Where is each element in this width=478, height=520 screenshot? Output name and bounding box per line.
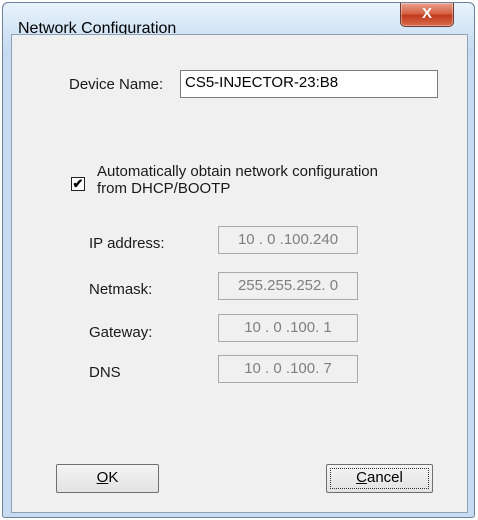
dhcp-label-line2: from DHCP/BOOTP (97, 180, 231, 197)
check-icon: ✔ (72, 176, 84, 191)
gateway-field[interactable]: 10 . 0 .100. 1 (218, 314, 358, 342)
device-name-label: Device Name: (69, 76, 164, 93)
network-configuration-dialog: Network Configuration X Device Name: CS5… (2, 2, 475, 518)
dhcp-label-line1: Automatically obtain network configurati… (97, 163, 378, 180)
dns-field[interactable]: 10 . 0 .100. 7 (218, 355, 358, 383)
gateway-label: Gateway: (89, 324, 153, 341)
cancel-button[interactable]: Cancel (326, 464, 433, 493)
ok-mnemonic: O (96, 469, 109, 486)
netmask-label: Netmask: (89, 281, 153, 298)
cancel-mnemonic: C (356, 469, 367, 486)
dialog-client-area: Device Name: CS5-INJECTOR-23:B8 ✔ Automa… (11, 34, 468, 513)
close-icon: X (421, 5, 432, 22)
ip-address-field[interactable]: 10 . 0 .100.240 (218, 226, 358, 254)
ok-button[interactable]: OK (56, 464, 159, 493)
close-button[interactable]: X (400, 3, 454, 27)
cancel-label-rest: ancel (366, 469, 403, 486)
dns-label: DNS (89, 364, 121, 381)
ok-label-rest: K (108, 469, 119, 486)
netmask-field[interactable]: 255.255.252. 0 (218, 272, 358, 300)
dhcp-checkbox-label[interactable]: Automatically obtain network configurati… (97, 163, 417, 197)
dhcp-checkbox[interactable]: ✔ (71, 177, 85, 191)
ip-address-label: IP address: (89, 235, 165, 252)
device-name-input[interactable]: CS5-INJECTOR-23:B8 (180, 70, 438, 98)
